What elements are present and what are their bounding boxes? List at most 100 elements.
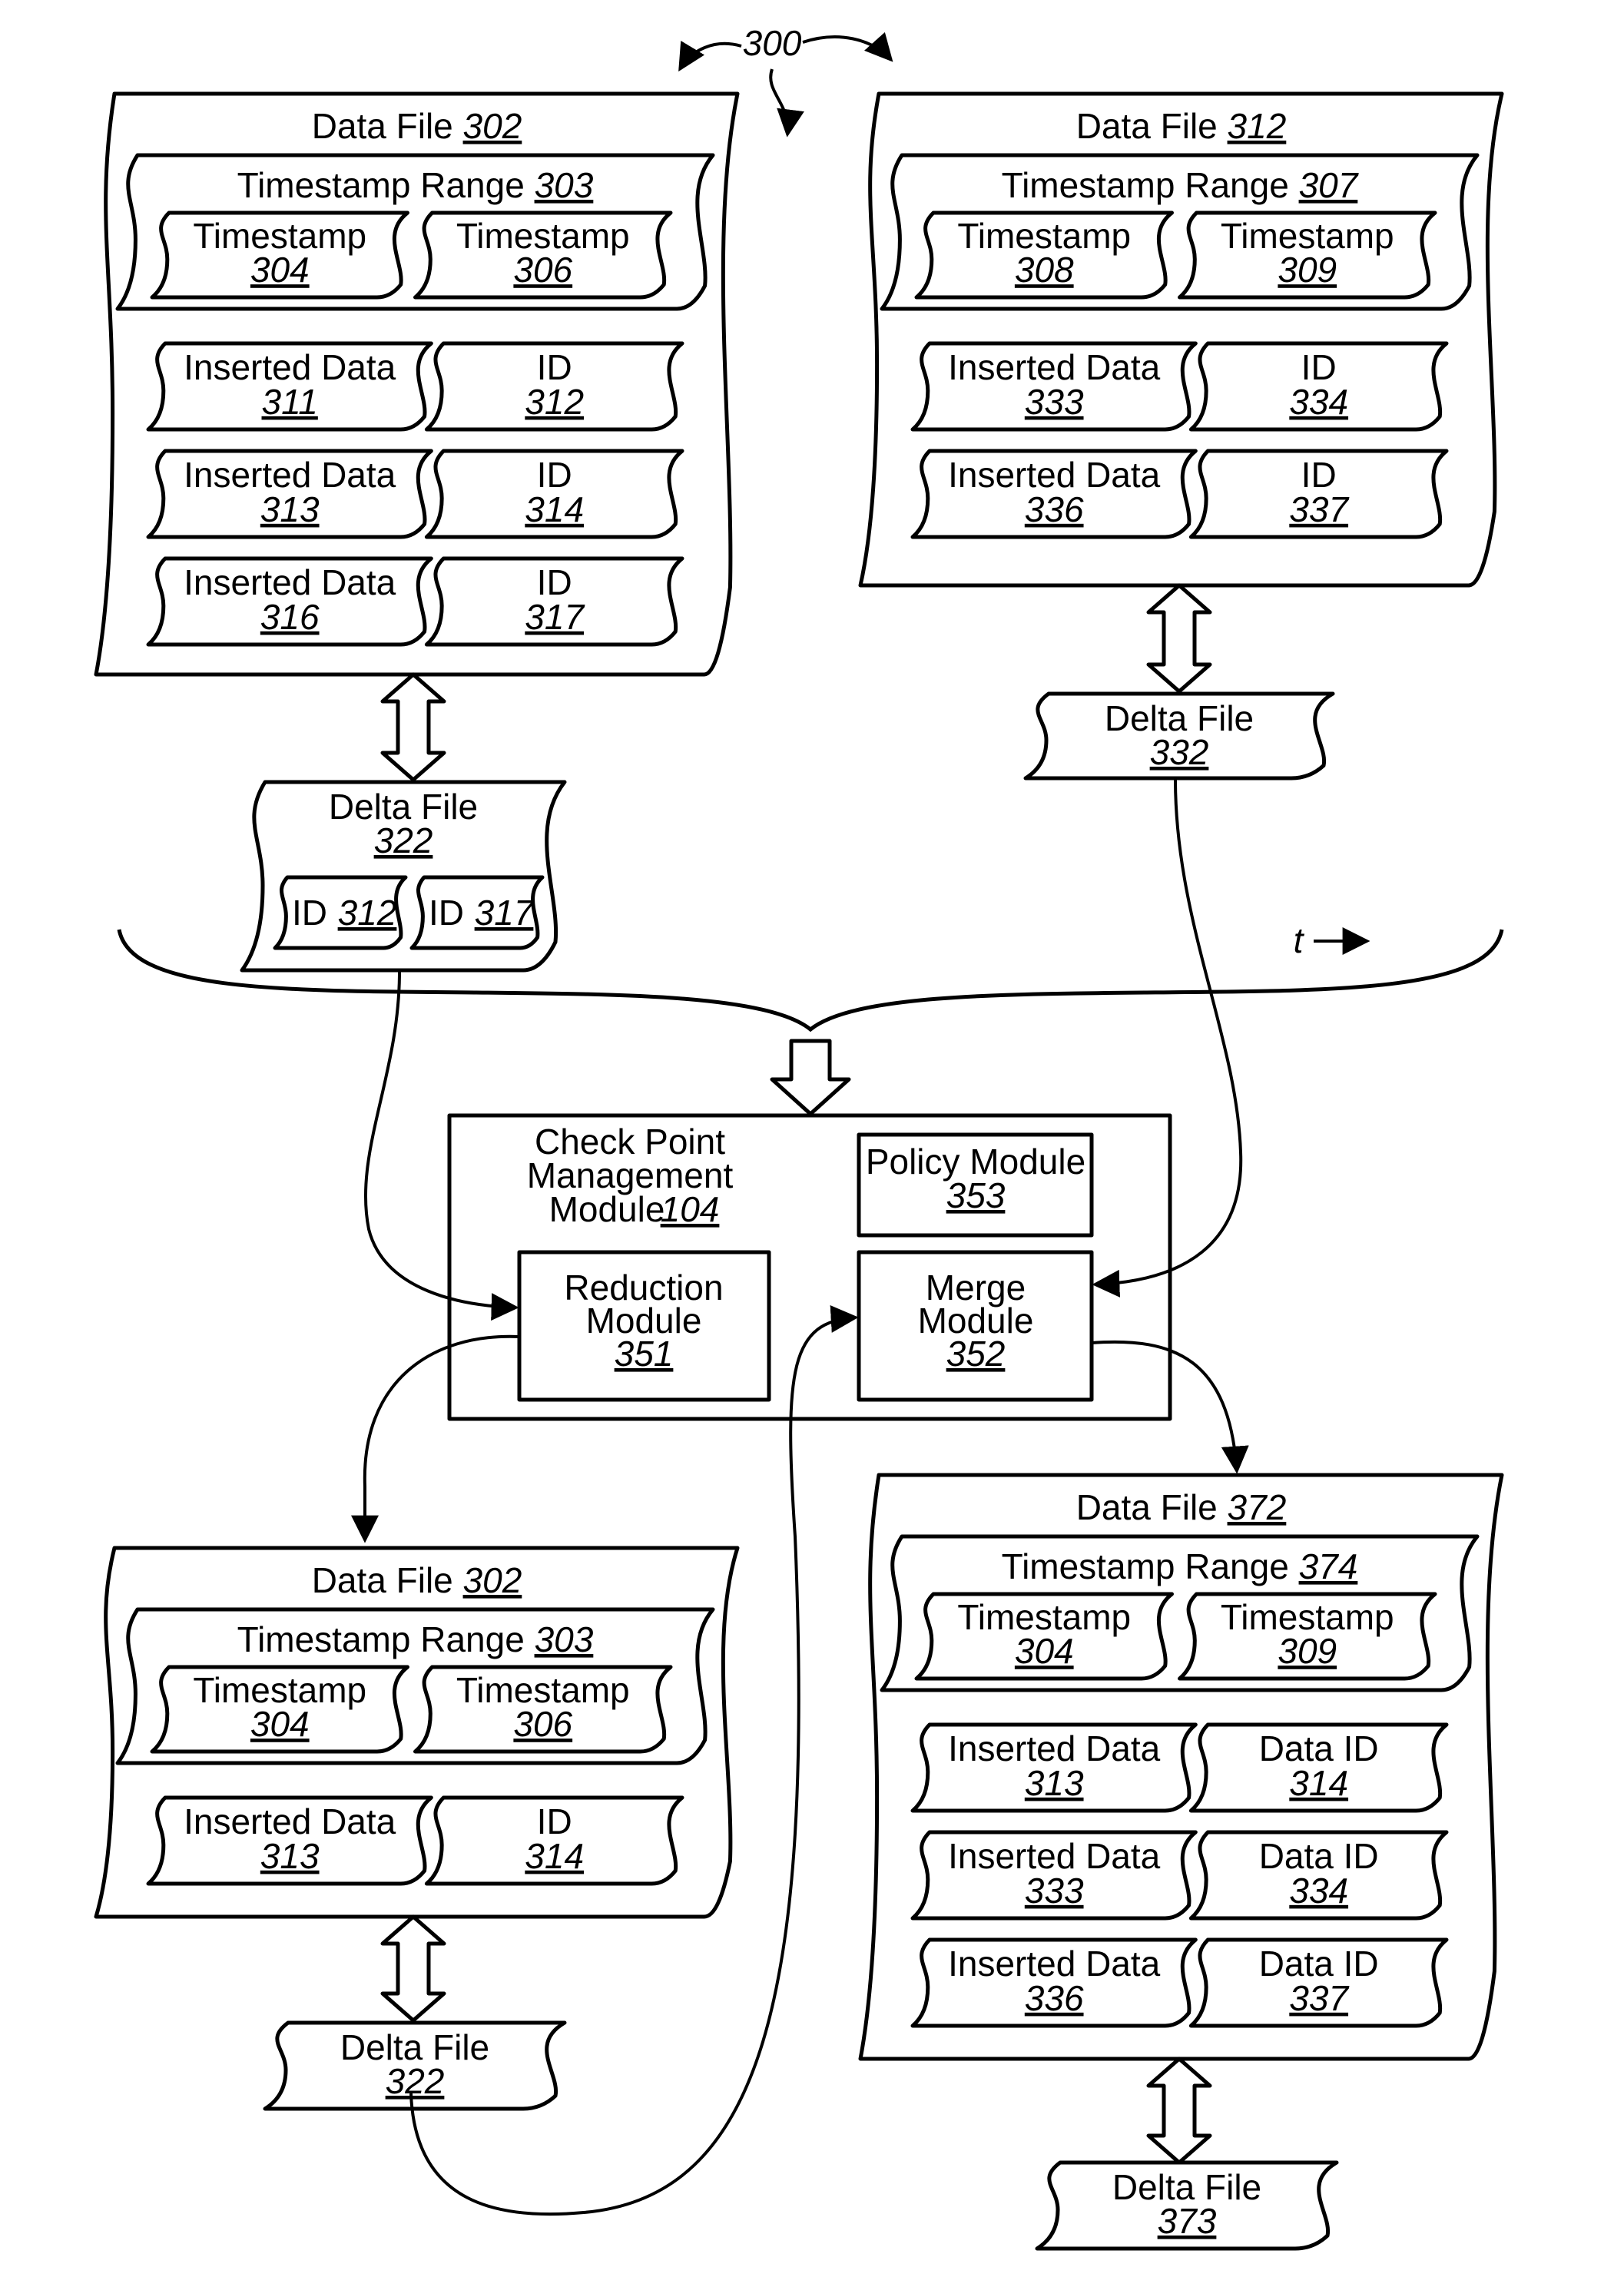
figure-ref-label: 300 xyxy=(743,23,802,63)
bottom-left-data-file: Data File 302 Timestamp Range 303Timestam… xyxy=(94,1546,740,1919)
ref-arrow-right xyxy=(802,31,893,62)
data-row: Inserted Data313ID314 xyxy=(146,1795,684,1886)
reduction-module-ref: 351 xyxy=(615,1334,674,1374)
timestamp-1-ref: 309 xyxy=(1278,250,1337,290)
data-id-ref: 312 xyxy=(525,382,584,422)
timestamp-0-ref: 304 xyxy=(250,250,310,290)
bottom-left-sync-arrow-icon xyxy=(380,1914,446,2023)
data-row: Inserted Data336Data ID337 xyxy=(910,1937,1449,2028)
data-id-ref: 337 xyxy=(1289,1978,1349,2018)
data-row: Inserted Data333ID334 xyxy=(910,341,1449,432)
timestamp-range-title-space xyxy=(525,165,535,205)
policy-module-ref: 353 xyxy=(946,1175,1006,1215)
data-row: Inserted Data336ID337 xyxy=(910,449,1449,539)
inserted-data-ref: 313 xyxy=(1025,1763,1084,1803)
timestamp-0-ref: 304 xyxy=(1015,1631,1074,1671)
timestamp-range-title-ref: 303 xyxy=(535,165,594,205)
data-row: Inserted Data313Data ID314 xyxy=(910,1722,1449,1813)
timestamp-0-ref: 308 xyxy=(1015,250,1074,290)
delta-file-322: Delta File322ID 312 ID 317 xyxy=(240,780,567,973)
delta-file-ref: 373 xyxy=(1158,2201,1217,2241)
delta-id-label: ID xyxy=(429,893,464,933)
timestamp-range-title-ref: 303 xyxy=(535,1619,594,1659)
data-file-title: Data File 372 xyxy=(1076,1487,1287,1527)
svg-text:Timestamp Range 303: Timestamp Range 303 xyxy=(237,165,594,205)
data-file-title-space xyxy=(1218,106,1228,146)
ref-arrow-left xyxy=(678,40,742,72)
svg-text:Timestamp Range 307: Timestamp Range 307 xyxy=(1002,165,1359,205)
timestamp-range-title: Timestamp Range 303 xyxy=(237,1619,594,1659)
data-file-title-ref: 372 xyxy=(1228,1487,1287,1527)
timestamp-range-title-ref: 374 xyxy=(1299,1546,1358,1586)
data-file-title: Data File 312 xyxy=(1076,106,1287,146)
inserted-data-ref: 313 xyxy=(260,489,320,529)
module-title-line-3: Module xyxy=(549,1189,665,1229)
top-right-sync-arrow-icon xyxy=(1146,583,1212,694)
svg-text:Data File 312: Data File 312 xyxy=(1076,106,1287,146)
module-ref: 104 xyxy=(661,1189,720,1229)
svg-text:Timestamp Range 303: Timestamp Range 303 xyxy=(237,1619,594,1659)
top-left-sync-arrow-icon xyxy=(380,672,446,782)
data-id-ref: 314 xyxy=(1289,1763,1348,1803)
delta-file-ref: 332 xyxy=(1150,732,1209,772)
data-file-title-label: Data File xyxy=(312,1560,453,1600)
data-id-ref: 314 xyxy=(525,489,584,529)
delta-id-ref: 312 xyxy=(338,893,397,933)
svg-text:Data File 302: Data File 302 xyxy=(312,1560,522,1600)
timestamp-range-title-ref: 307 xyxy=(1299,165,1359,205)
data-file-title-ref: 302 xyxy=(463,1560,522,1600)
top-right-data-file: Data File 312 Timestamp Range 307Timestam… xyxy=(858,91,1504,588)
inserted-data-ref: 336 xyxy=(1025,1978,1084,2018)
delta-id-label: ID xyxy=(292,893,327,933)
inserted-data-ref: 316 xyxy=(260,597,320,637)
timestamp-range-title-label: Timestamp Range xyxy=(1002,1546,1289,1586)
svg-text:Data File 372: Data File 372 xyxy=(1076,1487,1287,1527)
check-point-management-module: Check Point Management Module 104 Policy… xyxy=(447,1113,1172,1421)
diagram-canvas: 300 Data File 302Timestamp Range 303Time… xyxy=(94,23,1504,2251)
data-file-title: Data File 302 xyxy=(312,106,522,146)
data-file-title-space xyxy=(453,1560,463,1600)
data-id-ref: 334 xyxy=(1289,382,1348,422)
delta-file-373: Delta File373 xyxy=(1035,2160,1339,2251)
timestamp-range-title-label: Timestamp Range xyxy=(1002,165,1289,205)
data-file-title-label: Data File xyxy=(312,106,453,146)
timestamp-range-title-label: Timestamp Range xyxy=(237,165,525,205)
data-row: Inserted Data313ID314 xyxy=(146,449,684,539)
data-row: Inserted Data333Data ID334 xyxy=(910,1830,1449,1921)
data-file-title-ref: 302 xyxy=(463,106,522,146)
svg-text:Data File 302: Data File 302 xyxy=(312,106,522,146)
delta-file-322-bottom: Delta File322 xyxy=(263,2020,567,2111)
inserted-data-ref: 311 xyxy=(262,382,318,422)
inserted-data-ref: 313 xyxy=(260,1836,320,1876)
timestamp-range-title: Timestamp Range 307 xyxy=(1002,165,1359,205)
delta-file-ref: 322 xyxy=(374,820,433,860)
timestamp-range-title-space xyxy=(525,1619,535,1659)
timestamp-range-title: Timestamp Range 374 xyxy=(1002,1546,1358,1586)
timestamp-1-ref: 306 xyxy=(513,1704,572,1744)
data-file-title-space xyxy=(453,106,463,146)
inserted-data-ref: 333 xyxy=(1025,1871,1084,1911)
timestamp-range-title-label: Timestamp Range xyxy=(237,1619,525,1659)
data-file-title-label: Data File xyxy=(1076,1487,1218,1527)
delta-id-ref: 317 xyxy=(475,893,535,933)
time-label: t xyxy=(1294,920,1305,960)
data-row: Inserted Data316ID317 xyxy=(146,556,684,647)
inserted-data-ref: 333 xyxy=(1025,382,1084,422)
timestamp-range-title-space xyxy=(1289,1546,1299,1586)
delta-file-ref: 322 xyxy=(386,2061,445,2101)
data-file-title: Data File 302 xyxy=(312,1560,522,1600)
data-file-title-label: Data File xyxy=(1076,106,1218,146)
bottom-right-sync-arrow-icon xyxy=(1146,2057,1212,2165)
timestamp-0-ref: 304 xyxy=(250,1704,310,1744)
timestamp-1-ref: 306 xyxy=(513,250,572,290)
data-id-ref: 314 xyxy=(525,1836,584,1876)
timestamp-range-title-space xyxy=(1289,165,1299,205)
inserted-data-ref: 336 xyxy=(1025,489,1084,529)
merge-module-ref: 352 xyxy=(946,1334,1006,1374)
data-id-ref: 337 xyxy=(1289,489,1349,529)
ref-arrow-down xyxy=(769,68,804,138)
data-file-title-space xyxy=(1218,1487,1228,1527)
delta-file-332: Delta File332 xyxy=(1023,691,1335,781)
data-id-ref: 317 xyxy=(525,597,585,637)
timestamp-1-ref: 309 xyxy=(1278,1631,1337,1671)
